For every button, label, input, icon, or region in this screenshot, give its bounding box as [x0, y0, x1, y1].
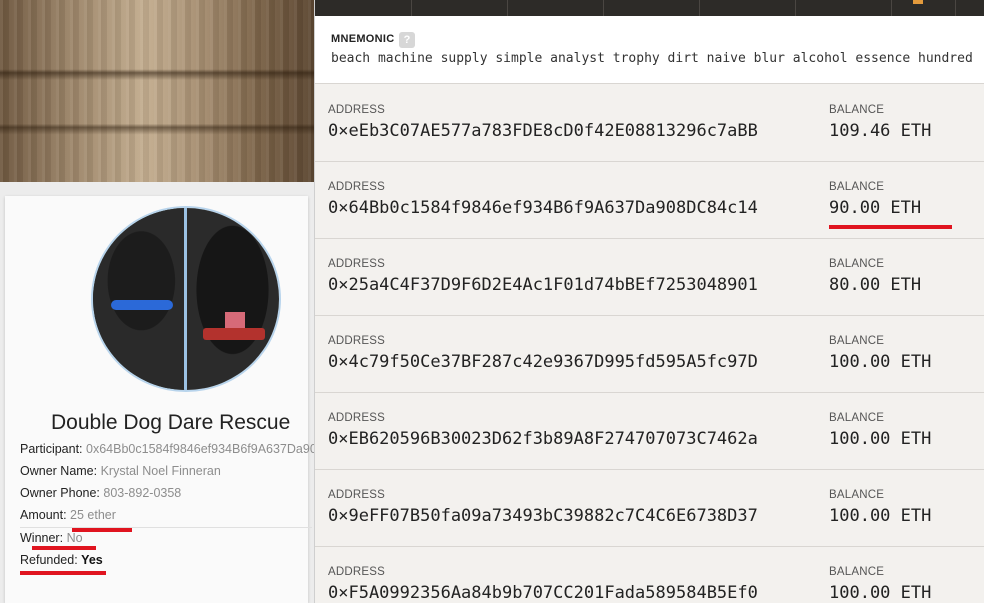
- account-balance: 90.00 ETH: [829, 198, 922, 218]
- account-address: 0×64Bb0c1584f9846ef934B6f9A637Da908DC84c…: [328, 198, 758, 218]
- account-row[interactable]: ADDRESS 0×64Bb0c1584f9846ef934B6f9A637Da…: [315, 162, 984, 239]
- refunded-label: Refunded:: [20, 553, 78, 567]
- toolbar-accent: [913, 0, 923, 4]
- account-address: 0×eEb3C07AE577a783FDE8cD0f42E08813296c7a…: [328, 121, 758, 141]
- owner-phone-row: Owner Phone: 803-892-0358: [20, 486, 181, 500]
- pet-photo: [91, 206, 281, 392]
- account-row[interactable]: ADDRESS 0×25a4C4F37D9F6D2E4Ac1F01d74bBEf…: [315, 239, 984, 316]
- account-row[interactable]: ADDRESS 0×EB620596B30023D62f3b89A8F27470…: [315, 393, 984, 470]
- pet-card: Double Dog Dare Rescue Participant: 0x64…: [5, 196, 316, 603]
- address-label: ADDRESS: [328, 489, 385, 501]
- address-label: ADDRESS: [328, 566, 385, 578]
- address-label: ADDRESS: [328, 258, 385, 270]
- winner-row: Winner: No: [20, 531, 83, 545]
- annotation-underline-balance: [829, 225, 952, 229]
- ganache-accounts-window: MNEMONIC ? beach machine supply simple a…: [314, 0, 984, 603]
- address-label: ADDRESS: [328, 335, 385, 347]
- address-label: ADDRESS: [328, 412, 385, 424]
- amount-row: Amount: 25 ether: [20, 508, 116, 522]
- account-balance: 100.00 ETH: [829, 583, 932, 603]
- winner-value: No: [66, 531, 83, 545]
- account-balance: 109.46 ETH: [829, 121, 932, 141]
- account-address: 0×25a4C4F37D9F6D2E4Ac1F01d74bBEf72530489…: [328, 275, 758, 295]
- help-icon[interactable]: ?: [399, 32, 415, 48]
- account-address: 0×EB620596B30023D62f3b89A8F274707073C746…: [328, 429, 758, 449]
- participant-row: Participant: 0x64Bb0c1584f9846ef934B6f9A…: [20, 442, 316, 456]
- balance-label: BALANCE: [829, 335, 885, 347]
- balance-label: BALANCE: [829, 181, 885, 193]
- address-label: ADDRESS: [328, 104, 385, 116]
- mnemonic-phrase: beach machine supply simple analyst trop…: [331, 51, 973, 66]
- winner-label: Winner:: [20, 531, 64, 545]
- account-balance: 100.00 ETH: [829, 352, 932, 372]
- owner-phone-label: Owner Phone:: [20, 486, 100, 500]
- participant-value: 0x64Bb0c1584f9846ef934B6f9A637Da908DC84c…: [86, 442, 316, 456]
- balance-label: BALANCE: [829, 489, 885, 501]
- annotation-underline-amount: [72, 528, 132, 532]
- participant-label: Participant:: [20, 442, 83, 456]
- account-address: 0×4c79f50Ce37BF287c42e9367D995fd595A5fc9…: [328, 352, 758, 372]
- annotation-underline-refunded: [20, 571, 106, 575]
- mnemonic-label: MNEMONIC: [331, 33, 395, 45]
- annotation-underline-winner: [32, 546, 96, 550]
- ganache-toolbar: [315, 0, 984, 16]
- divider: [20, 527, 312, 528]
- owner-name-row: Owner Name: Krystal Noel Finneran: [20, 464, 221, 478]
- dapp-page: Double Dog Dare Rescue Participant: 0x64…: [0, 0, 316, 603]
- account-balance: 80.00 ETH: [829, 275, 922, 295]
- refunded-row: Refunded: Yes: [20, 553, 103, 567]
- wood-banner-image: [0, 0, 316, 182]
- balance-label: BALANCE: [829, 566, 885, 578]
- account-address: 0×9eFF07B50fa09a73493bC39882c7C4C6E6738D…: [328, 506, 758, 526]
- account-balance: 100.00 ETH: [829, 429, 932, 449]
- pet-title: Double Dog Dare Rescue: [51, 411, 291, 434]
- account-row[interactable]: ADDRESS 0×F5A0992356Aa84b9b707CC201Fada5…: [315, 547, 984, 603]
- account-row[interactable]: ADDRESS 0×eEb3C07AE577a783FDE8cD0f42E088…: [315, 85, 984, 162]
- owner-name-label: Owner Name:: [20, 464, 98, 478]
- account-balance: 100.00 ETH: [829, 506, 932, 526]
- mnemonic-panel: MNEMONIC ? beach machine supply simple a…: [315, 16, 984, 84]
- account-address: 0×F5A0992356Aa84b9b707CC201Fada589584B5E…: [328, 583, 758, 603]
- owner-phone-value: 803-892-0358: [103, 486, 182, 500]
- account-row[interactable]: ADDRESS 0×4c79f50Ce37BF287c42e9367D995fd…: [315, 316, 984, 393]
- refunded-value: Yes: [81, 553, 103, 567]
- account-row[interactable]: ADDRESS 0×9eFF07B50fa09a73493bC39882c7C4…: [315, 470, 984, 547]
- amount-label: Amount:: [20, 508, 67, 522]
- balance-label: BALANCE: [829, 104, 885, 116]
- balance-label: BALANCE: [829, 412, 885, 424]
- amount-value: 25 ether: [70, 508, 116, 522]
- owner-name-value: Krystal Noel Finneran: [100, 464, 221, 478]
- balance-label: BALANCE: [829, 258, 885, 270]
- address-label: ADDRESS: [328, 181, 385, 193]
